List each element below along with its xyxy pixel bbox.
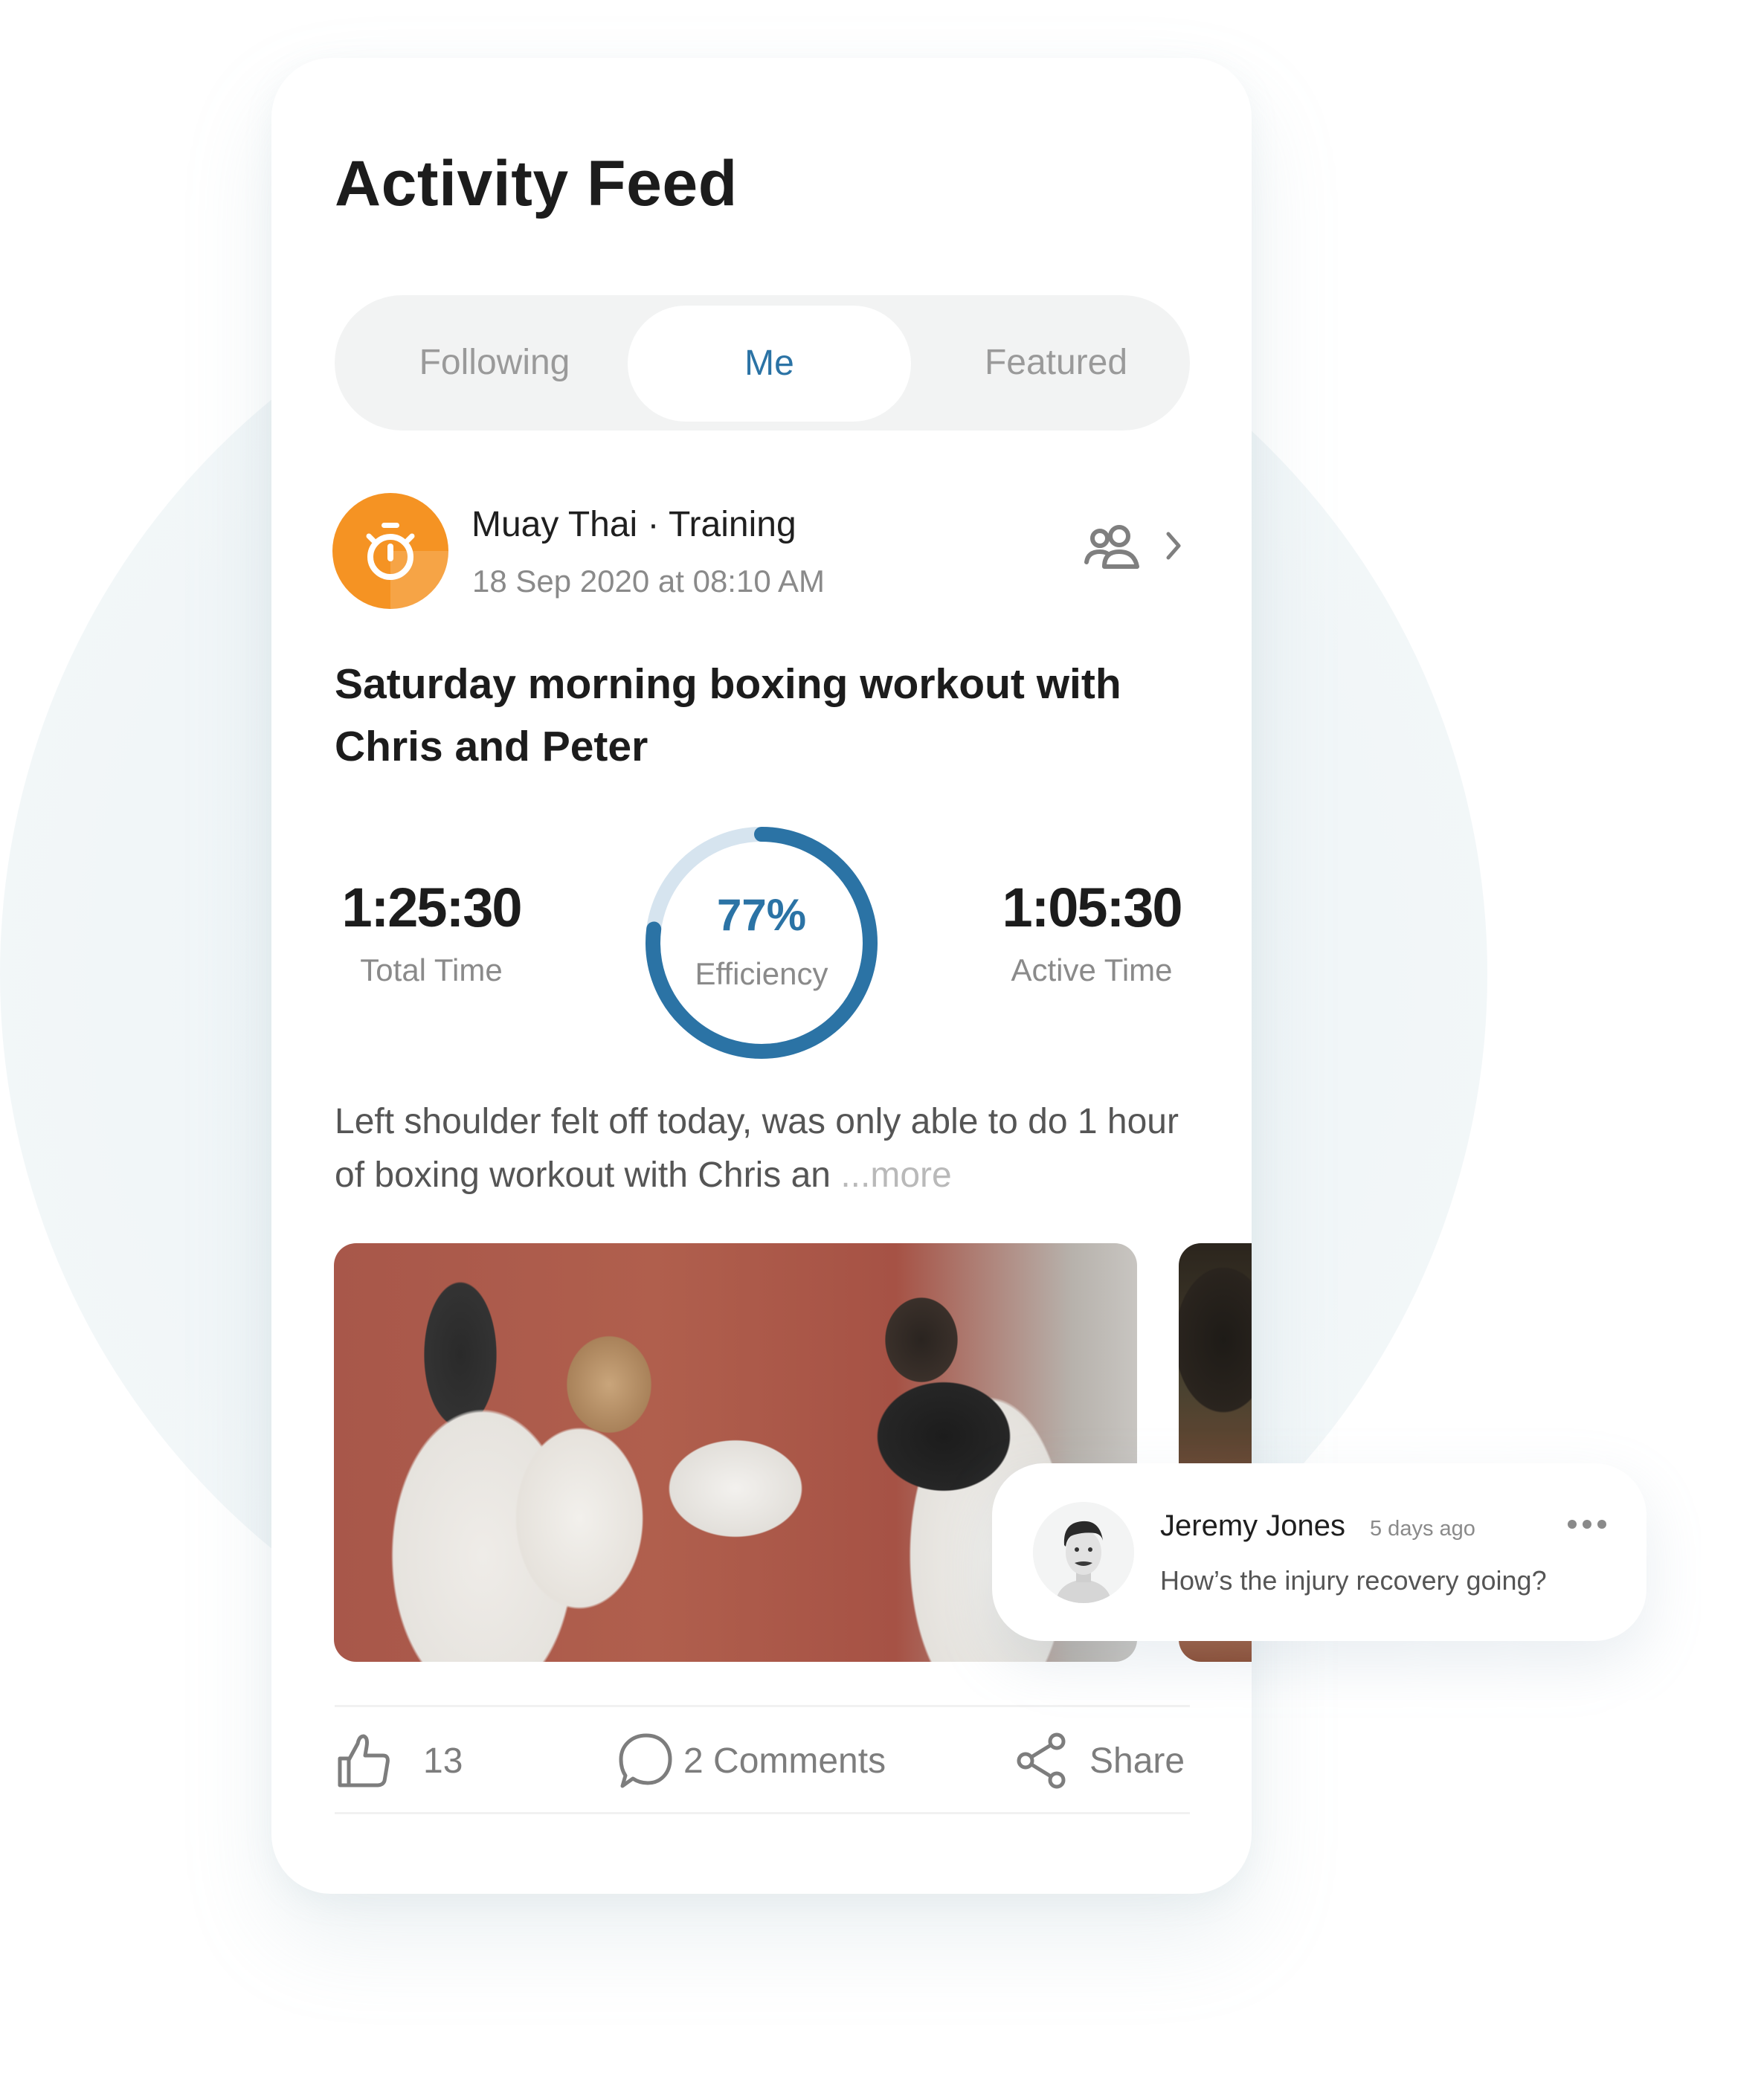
tab-featured[interactable]: Featured	[944, 295, 1168, 431]
more-horizontal-icon	[1568, 1520, 1606, 1529]
comment-options-button[interactable]	[1566, 1509, 1608, 1539]
total-time-value: 1:25:30	[341, 877, 522, 938]
chevron-right-icon	[1166, 532, 1181, 560]
share-label: Share	[1089, 1741, 1185, 1781]
thumbs-up-icon	[338, 1734, 390, 1787]
description-text: Left shoulder felt off today, was only a…	[335, 1102, 1179, 1195]
share-icon	[1017, 1732, 1066, 1789]
stopwatch-icon	[366, 523, 415, 580]
activity-date: 18 Sep 2020 at 08:10 AM	[472, 564, 825, 599]
activity-description: Left shoulder felt off today, was only a…	[335, 1095, 1182, 1202]
comment-timestamp: 5 days ago	[1370, 1517, 1475, 1541]
comment-preview[interactable]: Jeremy Jones 5 days ago How’s the injury…	[992, 1463, 1646, 1641]
comment-text: How’s the injury recovery going?	[1160, 1565, 1547, 1596]
person-photo-icon	[1033, 1502, 1134, 1603]
read-more-link[interactable]: ...more	[840, 1155, 951, 1195]
share-button[interactable]: Share	[1015, 1731, 1185, 1790]
like-count: 13	[423, 1741, 463, 1781]
commenter-avatar	[1033, 1502, 1134, 1603]
comments-button[interactable]: 2 Comments	[617, 1731, 886, 1790]
total-time-label: Total Time	[360, 952, 503, 987]
tab-following[interactable]: Following	[372, 295, 617, 431]
stat-active-time: 1:05:30 Active Time	[988, 876, 1196, 988]
actions-divider-bottom	[335, 1812, 1190, 1814]
like-button[interactable]: 13	[335, 1731, 463, 1790]
page-title: Activity Feed	[335, 148, 738, 219]
comment-bubble-icon	[619, 1733, 672, 1788]
activity-type-avatar	[332, 493, 448, 609]
feed-tabs: Following Me Featured	[335, 295, 1190, 431]
efficiency-label: Efficiency	[695, 956, 828, 991]
efficiency-value: 77%	[716, 890, 807, 940]
efficiency-ring	[646, 827, 878, 1059]
comments-count: 2 Comments	[683, 1741, 886, 1781]
activity-type: Muay Thai · Training	[471, 505, 796, 544]
participants-button[interactable]	[1082, 525, 1194, 577]
tab-me[interactable]: Me	[628, 306, 911, 422]
stat-total-time: 1:25:30 Total Time	[331, 876, 532, 988]
group-icon	[1084, 525, 1139, 569]
active-time-label: Active Time	[1011, 952, 1173, 987]
commenter-name: Jeremy Jones	[1160, 1509, 1345, 1542]
active-time-value: 1:05:30	[1002, 877, 1182, 938]
workout-title: Saturday morning boxing workout with Chr…	[335, 660, 1121, 770]
actions-divider-top	[335, 1705, 1190, 1707]
